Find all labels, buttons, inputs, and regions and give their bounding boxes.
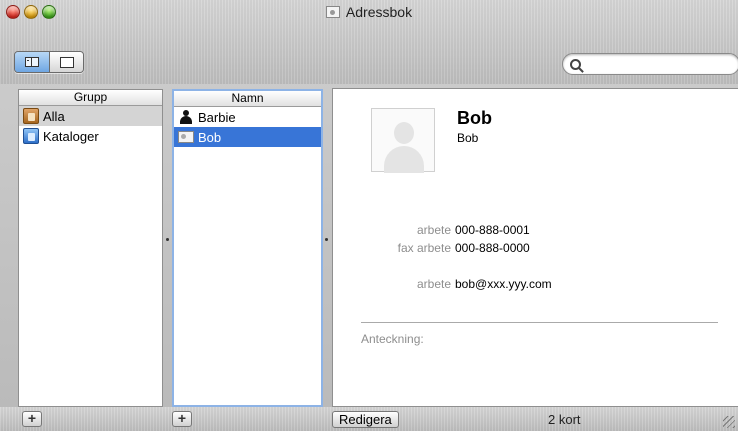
group-item-label: Alla <box>43 108 65 124</box>
field-value[interactable]: bob@xxx.yyy.com <box>455 277 552 291</box>
name-item-barbie[interactable]: Barbie <box>174 107 321 127</box>
contact-name: Bob <box>457 108 492 128</box>
add-group-button[interactable]: + <box>22 411 42 427</box>
phone-work-field: arbete 000-888-0001 <box>333 223 530 237</box>
note-field[interactable]: Anteckning: <box>361 332 424 346</box>
list-view-button[interactable] <box>15 52 49 72</box>
name-item-label: Bob <box>198 129 222 145</box>
contact-card: Bob Bob arbete 000-888-0001 fax arbete 0… <box>332 88 738 407</box>
add-person-button[interactable]: + <box>172 411 192 427</box>
name-column-header: Namn <box>174 91 321 107</box>
column-view-icon <box>25 57 39 67</box>
group-column[interactable]: Grupp Alla Kataloger <box>18 89 163 407</box>
search-input[interactable] <box>587 57 717 71</box>
search-icon <box>570 58 581 70</box>
search-field[interactable] <box>562 53 738 75</box>
contact-photo[interactable] <box>371 108 435 173</box>
fax-work-field: fax arbete 000-888-0000 <box>333 241 530 255</box>
address-book-icon <box>23 108 39 124</box>
email-work-field: arbete bob@xxx.yyy.com <box>333 277 552 291</box>
field-label[interactable]: fax arbete <box>333 241 455 255</box>
name-item-bob[interactable]: Bob <box>174 127 321 147</box>
card-icon <box>178 131 194 143</box>
view-segmented-control <box>14 51 84 73</box>
group-item-alla[interactable]: Alla <box>19 106 162 126</box>
card-count: 2 kort <box>548 412 581 427</box>
group-item-kataloger[interactable]: Kataloger <box>19 126 162 146</box>
name-item-label: Barbie <box>198 109 236 125</box>
person-icon <box>178 110 194 124</box>
window-title: Adressbok <box>345 4 413 20</box>
splitter-handle[interactable] <box>325 238 328 241</box>
window-title-area: Adressbok <box>0 4 738 20</box>
vcard-icon <box>325 6 340 18</box>
group-item-label: Kataloger <box>43 128 99 144</box>
card-view-icon <box>59 56 74 68</box>
divider <box>361 322 718 323</box>
group-column-header: Grupp <box>19 90 162 106</box>
field-label[interactable]: arbete <box>333 277 455 291</box>
contact-company: Bob <box>457 131 479 145</box>
name-column[interactable]: Namn Barbie Bob <box>172 89 323 407</box>
field-label[interactable]: arbete <box>333 223 455 237</box>
card-view-button[interactable] <box>49 52 83 72</box>
address-book-window: Adressbok Grupp Alla Kataloger Namn Barb… <box>0 0 738 431</box>
splitter-handle[interactable] <box>166 238 169 241</box>
resize-grip-icon[interactable] <box>723 416 735 428</box>
field-value: 000-888-0001 <box>455 223 530 237</box>
edit-button[interactable]: Redigera <box>332 411 399 428</box>
directory-icon <box>23 128 39 144</box>
field-value: 000-888-0000 <box>455 241 530 255</box>
